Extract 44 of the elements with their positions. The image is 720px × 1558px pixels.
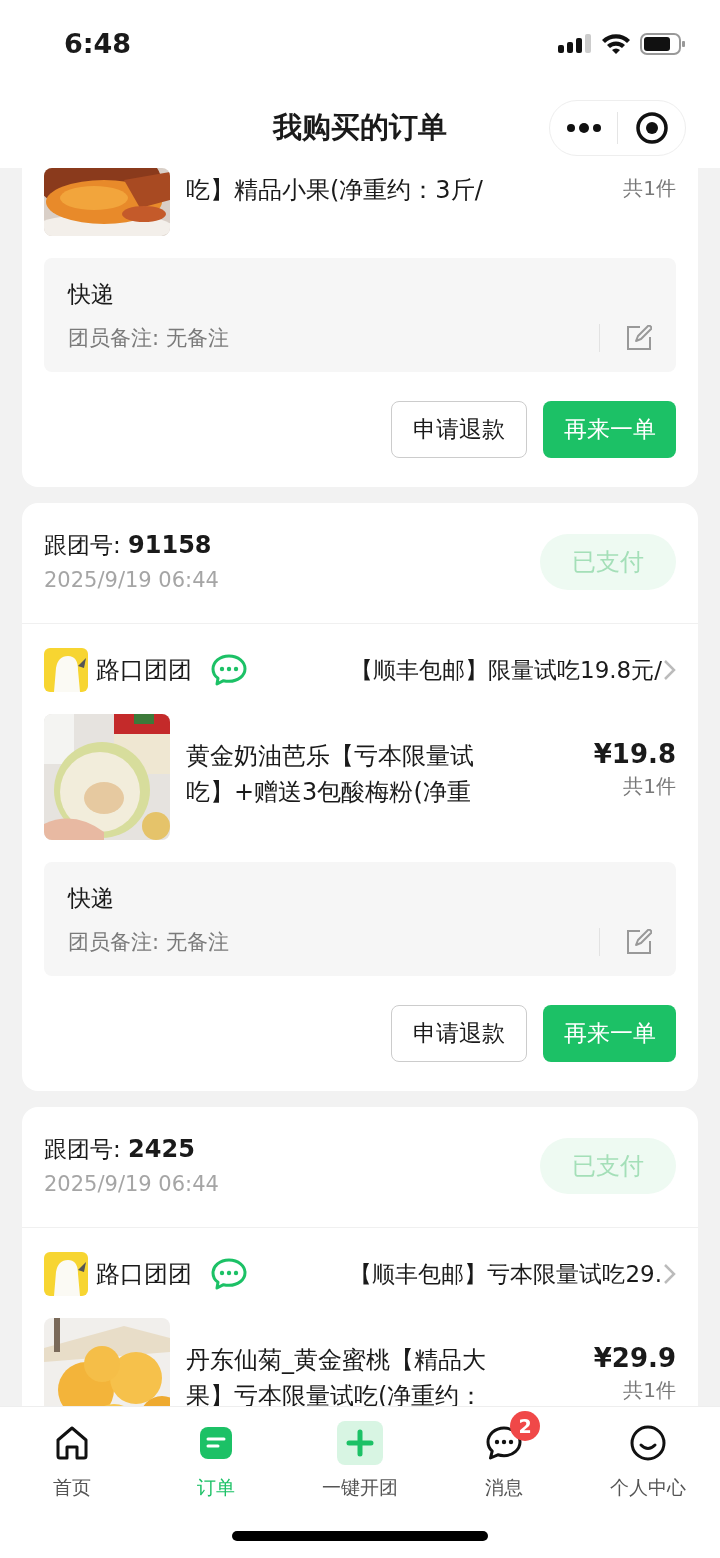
status-pill: 已支付 (540, 534, 676, 590)
delivery-method: 快递 (68, 884, 115, 913)
page-title: 我购买的订单 (273, 109, 447, 147)
chevron-right-icon[interactable] (662, 658, 676, 682)
refund-button[interactable]: 申请退款 (391, 1005, 527, 1062)
edit-icon[interactable] (626, 929, 652, 955)
member-remark: 团员备注: 无备注 (68, 325, 229, 352)
wifi-icon (600, 32, 632, 56)
product-price: ¥19.8 (593, 738, 676, 770)
edit-icon[interactable] (626, 325, 652, 351)
tab-label[interactable]: 个人中心 (610, 1473, 686, 1502)
shop-name: 路口团团 (96, 1259, 192, 1290)
status-time: 6:48 (64, 26, 132, 61)
tab-label[interactable]: 首页 (53, 1473, 91, 1502)
product-name: 吃】精品小果(净重约：3斤/ (186, 175, 484, 206)
product-name: 黄金奶油芭乐【亏本限量试吃】+赠送3包酸梅粉(净重 (186, 741, 475, 808)
item-count: 共1件 (622, 773, 676, 800)
plus-icon[interactable] (337, 1421, 383, 1465)
avatar-icon (44, 1252, 88, 1296)
order-date: 2025/9/19 06:44 (44, 567, 219, 594)
signal-icon (558, 33, 592, 55)
product-title-link[interactable]: 【顺丰包邮】限量试吃19.8元/ (350, 652, 662, 688)
product-price: ¥29.9 (593, 1342, 676, 1374)
more-icon[interactable] (565, 122, 602, 134)
battery-icon (640, 32, 686, 56)
group-number: 跟团号: 2425 (44, 1134, 196, 1165)
chevron-right-icon[interactable] (662, 1262, 676, 1286)
tab-label[interactable]: 一键开团 (322, 1473, 398, 1502)
refund-button[interactable]: 申请退款 (391, 401, 527, 458)
status-pill: 已支付 (540, 1138, 676, 1194)
home-icon[interactable] (54, 1425, 90, 1461)
notification-badge: 2 (510, 1411, 540, 1441)
group-number: 跟团号: 91158 (44, 530, 213, 561)
profile-icon[interactable] (629, 1424, 667, 1462)
item-count: 共1件 (622, 1377, 676, 1404)
avatar-icon (44, 648, 88, 692)
product-title-link[interactable]: 【顺丰包邮】亏本限量试吃29. (349, 1256, 662, 1292)
member-remark: 团员备注: 无备注 (68, 929, 229, 956)
delivery-method: 快递 (68, 280, 115, 309)
shop-name: 路口团团 (96, 655, 192, 686)
document-icon[interactable] (199, 1426, 233, 1460)
tab-label[interactable]: 消息 (485, 1473, 523, 1502)
item-count: 共1件 (623, 175, 676, 202)
order-date: 2025/9/19 06:44 (44, 1171, 219, 1198)
